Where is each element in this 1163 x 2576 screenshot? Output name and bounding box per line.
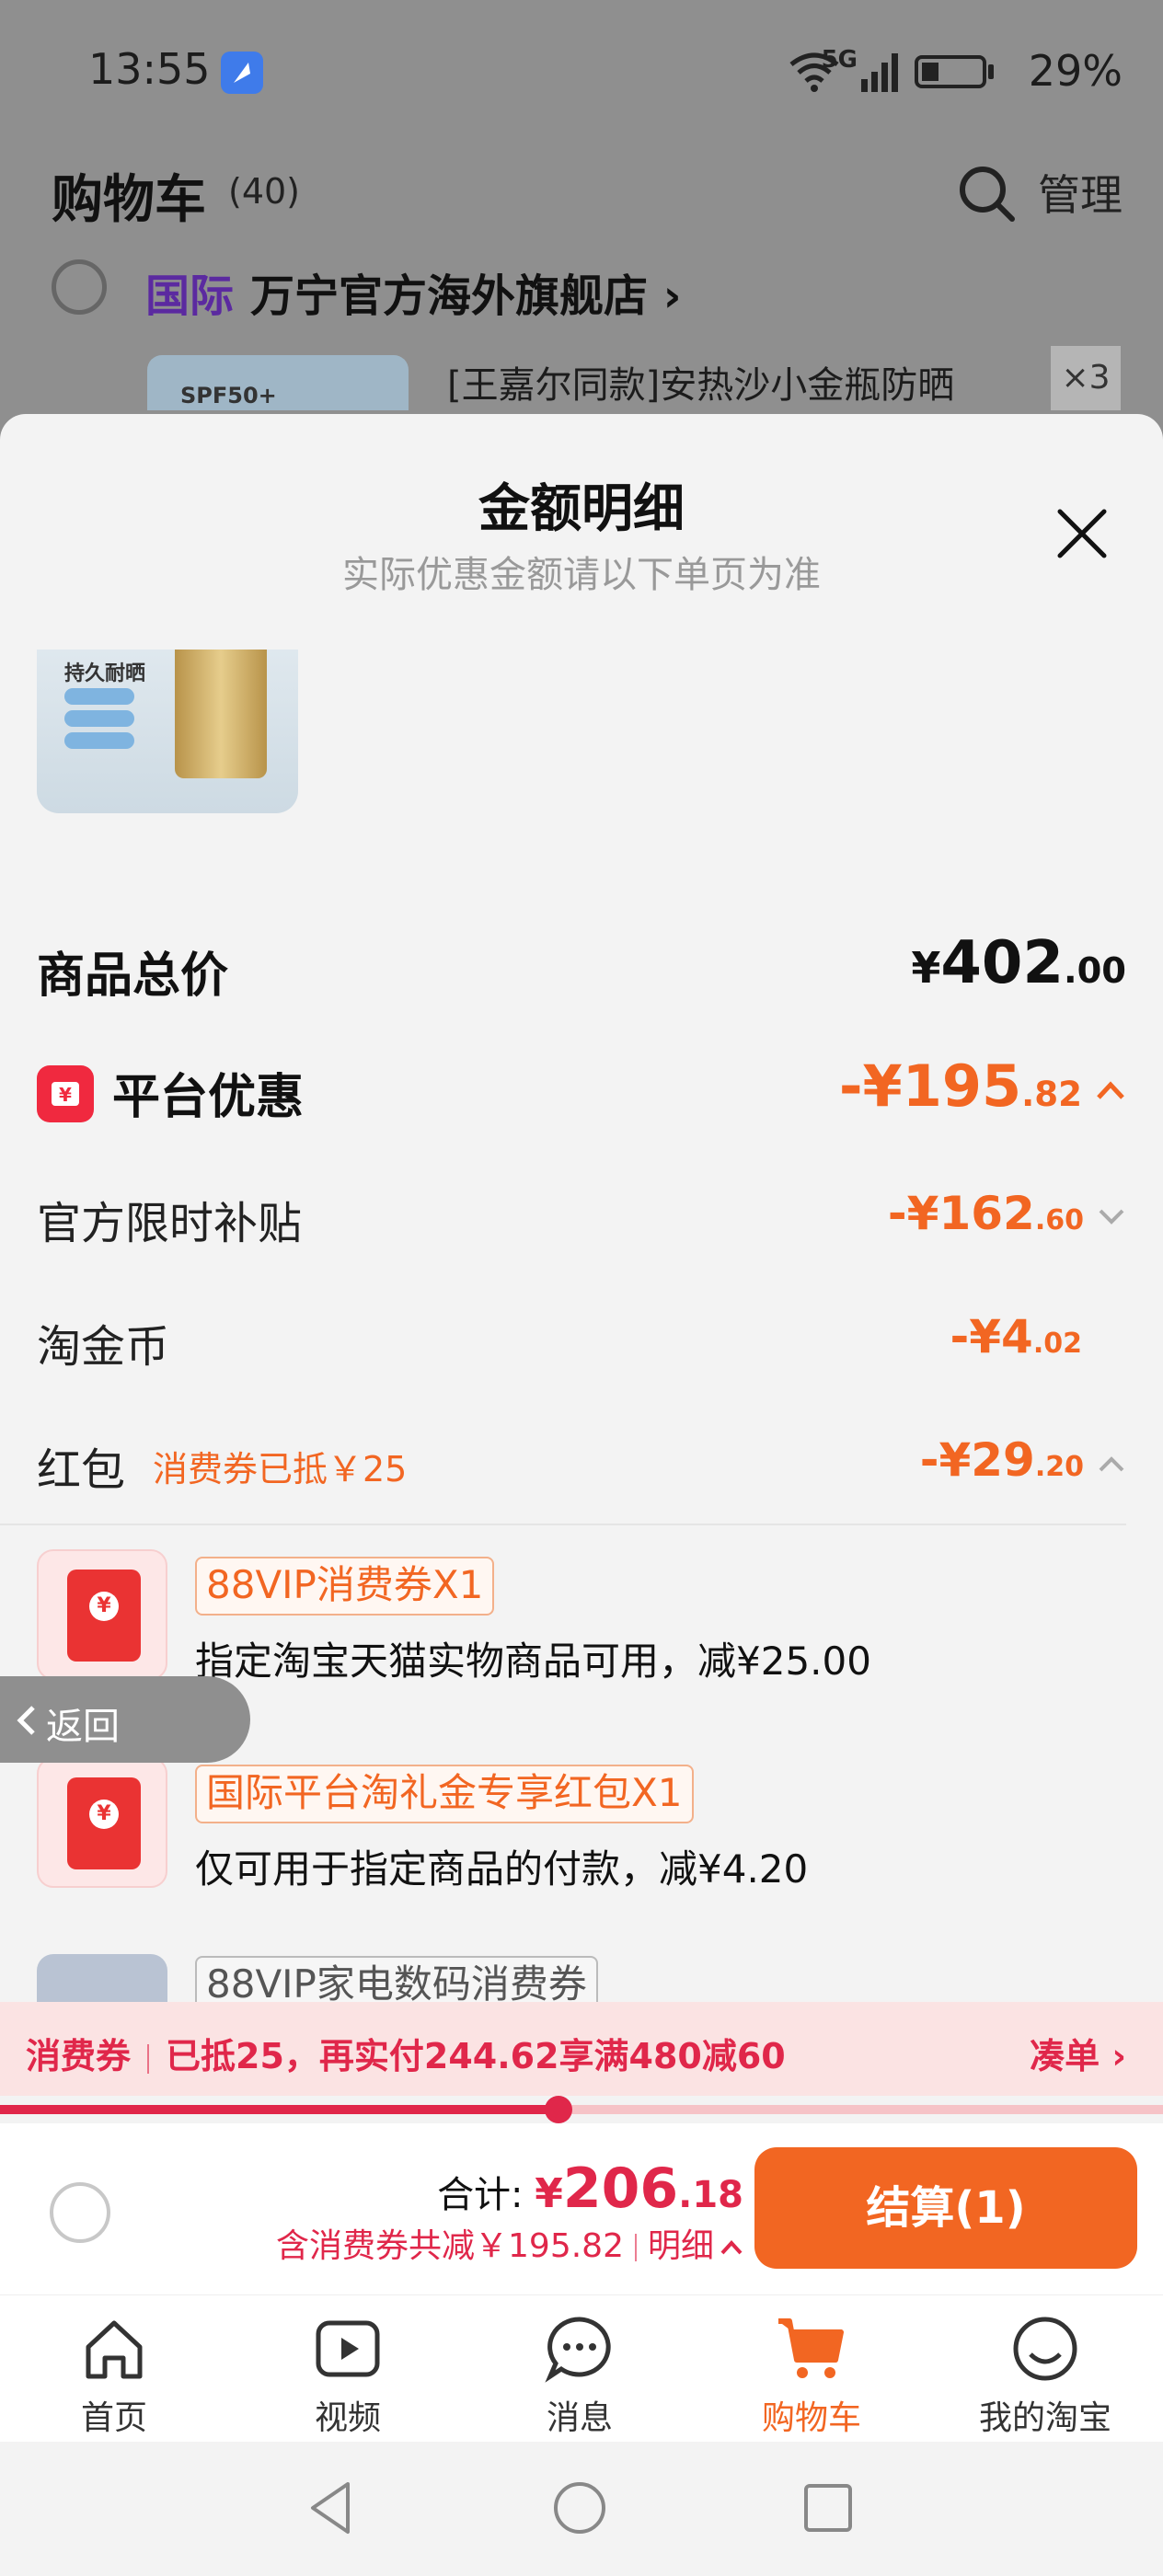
total-price-row: 商品总价 ¥402.00	[37, 929, 1126, 1010]
coupon-desc: 仅可用于指定商品的付款，减¥4.20	[195, 1846, 809, 1892]
tab-cart[interactable]: 购物车	[738, 2295, 885, 2443]
platform-discount-value: -¥195.82	[839, 1052, 1126, 1120]
close-icon[interactable]	[1054, 506, 1110, 561]
checkout-button[interactable]: 结算(1)	[754, 2147, 1137, 2269]
redpacket-row[interactable]: 红包 消费券已抵￥25 -¥29.20	[37, 1433, 1126, 1507]
discount-summary[interactable]: 含消费券共减￥195.82 明细	[276, 2219, 743, 2267]
subsidy-row[interactable]: 官方限时补贴 -¥162.60	[37, 1187, 1126, 1260]
svg-text:¥: ¥	[59, 1084, 72, 1106]
subsidy-label: 官方限时补贴	[37, 1198, 303, 1249]
total-price-value: ¥402.00	[911, 929, 1126, 997]
sheet-subtitle: 实际优惠金额请以下单页为准	[342, 554, 821, 596]
taojinbi-value: -¥4.02	[950, 1310, 1083, 1363]
chevron-up-icon	[1097, 1081, 1124, 1099]
system-nav-bar	[0, 2442, 1163, 2576]
detail-link[interactable]: 明细	[648, 2227, 714, 2265]
chevron-down-icon	[1099, 1209, 1124, 1225]
battery-icon	[915, 55, 986, 88]
status-bar: 13:55 5G 29%	[0, 0, 1163, 147]
profile-icon	[1013, 2317, 1077, 2381]
checkout-bar: 合计: ¥206.18 含消费券共减￥195.82 明细 结算(1)	[0, 2123, 1163, 2294]
network-type: 5G	[821, 46, 858, 74]
platform-discount-label: 平台优惠	[112, 1070, 305, 1125]
add-items-link[interactable]: 凑单 ›	[1030, 2028, 1126, 2078]
select-all-radio[interactable]	[50, 2182, 110, 2243]
sum-total: 合计: ¥206.18	[437, 2156, 743, 2221]
nav-home-icon[interactable]	[550, 2478, 609, 2537]
redpacket-value: -¥29.20	[920, 1433, 1126, 1487]
store-select-radio[interactable]	[52, 259, 107, 315]
promo-text: 消费券 已抵25，再实付244.62享满480减60	[26, 2036, 786, 2076]
subsidy-value: -¥162.60	[888, 1187, 1126, 1240]
coupon-tag: 88VIP消费券X1	[195, 1557, 495, 1616]
coupon-list: ¥ 88VIP消费券X1 指定淘宝天猫实物商品可用，减¥25.00 ¥ 国际平台…	[0, 1524, 1126, 2028]
store-intl-tag: 国际	[145, 270, 235, 322]
tab-my-taobao[interactable]: 我的淘宝	[972, 2295, 1119, 2443]
battery-percent: 29%	[1028, 46, 1123, 96]
video-icon	[316, 2320, 380, 2377]
list-item: ¥ 国际平台淘礼金专享红包X1 仅可用于指定商品的付款，减¥4.20	[0, 1733, 1126, 1941]
taojinbi-label: 淘金币	[37, 1321, 170, 1373]
promo-progress-knob	[545, 2096, 572, 2123]
coupon-tag: 国际平台淘礼金专享红包X1	[195, 1765, 694, 1823]
tab-messages[interactable]: 消息	[506, 2295, 653, 2443]
cart-count: (40)	[228, 171, 301, 212]
nav-recents-icon[interactable]	[800, 2478, 856, 2537]
app-notification-icon	[221, 52, 263, 94]
product-image: 持久耐晒	[37, 650, 298, 813]
taojinbi-row: 淘金币 -¥4.02	[37, 1310, 1126, 1384]
status-time: 13:55	[88, 44, 211, 94]
redpacket-label: 红包	[37, 1444, 126, 1496]
chevron-left-icon	[17, 1706, 35, 1735]
back-button[interactable]: 返回	[0, 1676, 250, 1763]
home-icon	[86, 2320, 143, 2379]
promo-progress-fill	[0, 2105, 558, 2114]
platform-coupon-icon: ¥	[37, 1065, 94, 1122]
tab-home[interactable]: 首页	[40, 2295, 188, 2443]
tab-bar: 首页 视频 消息 购物车 我的淘宝	[0, 2294, 1163, 2443]
product-quantity[interactable]: ×3	[1051, 346, 1121, 410]
tab-video[interactable]: 视频	[274, 2295, 421, 2443]
chevron-up-icon	[1099, 1455, 1124, 1471]
red-envelope-icon: ¥	[37, 1549, 167, 1680]
coupon-desc: 指定淘宝天猫实物商品可用，减¥25.00	[195, 1639, 871, 1684]
cart-icon	[778, 2318, 844, 2378]
chevron-up-icon	[720, 2240, 743, 2255]
platform-discount-row[interactable]: ¥ 平台优惠 -¥195.82	[37, 1052, 1126, 1132]
store-name[interactable]: 万宁官方海外旗舰店 ›	[250, 259, 682, 324]
total-price-label: 商品总价	[37, 949, 229, 1004]
product-title[interactable]: [王嘉尔同款]安热沙小金瓶防晒	[447, 355, 954, 408]
nav-back-icon[interactable]	[304, 2478, 359, 2537]
redpacket-note: 消费券已抵￥25	[153, 1449, 408, 1489]
product-thumbnail[interactable]: SPF50+	[147, 355, 409, 410]
signal-icon	[861, 53, 898, 92]
promo-progress	[0, 2096, 1163, 2123]
promo-bar[interactable]: 消费券 已抵25，再实付244.62享满480减60 凑单 ›	[0, 2002, 1163, 2096]
message-icon	[545, 2317, 611, 2383]
red-envelope-icon: ¥	[37, 1757, 167, 1888]
page-title: 购物车	[52, 170, 206, 230]
search-icon[interactable]	[955, 162, 1019, 226]
sheet-title: 金额明细	[478, 479, 685, 539]
manage-button[interactable]: 管理	[1038, 162, 1123, 223]
